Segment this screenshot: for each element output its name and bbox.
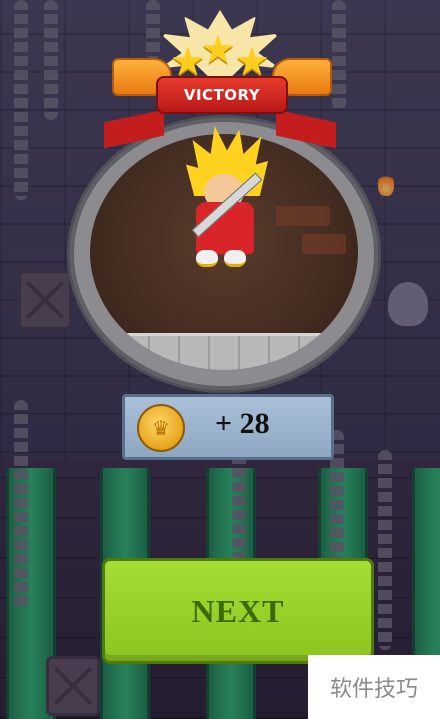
- hero-character: [180, 126, 276, 276]
- hero-shoe: [224, 250, 246, 267]
- coin-icon: ♛: [137, 404, 185, 452]
- hero-shoe: [196, 250, 218, 267]
- brick: [302, 234, 346, 254]
- star-icon: ★: [200, 27, 236, 73]
- victory-banner: VICTORY: [156, 76, 288, 114]
- watermark: 软件技巧: [308, 655, 440, 719]
- next-button-label: NEXT: [191, 592, 285, 629]
- scene-floor: [90, 333, 358, 370]
- next-button[interactable]: NEXT: [102, 558, 374, 664]
- brick: [276, 206, 330, 226]
- coin-reward-panel: ♛ + 28: [122, 394, 334, 460]
- reward-amount: + 28: [215, 407, 270, 440]
